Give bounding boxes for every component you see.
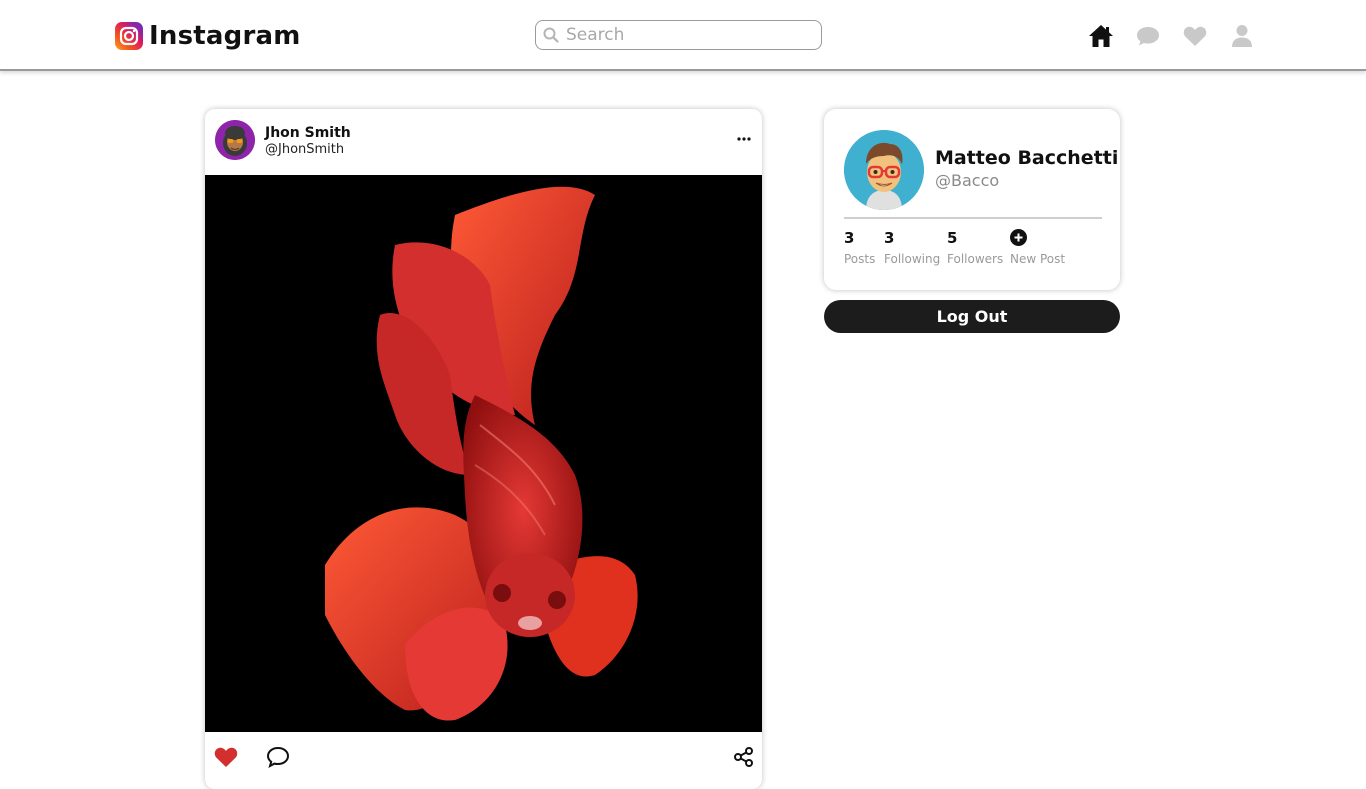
brand[interactable]: Instagram — [115, 20, 301, 52]
logout-button[interactable]: Log Out — [824, 300, 1120, 333]
followers-count: 5 — [947, 229, 958, 247]
more-options-icon[interactable] — [736, 131, 752, 147]
like-heart-icon[interactable] — [213, 744, 239, 770]
comment-icon[interactable] — [265, 744, 291, 770]
search-icon — [536, 21, 566, 49]
nav-icons — [1088, 22, 1255, 50]
profile-card: Matteo Bacchetti @Bacco 3 Posts 3 Follow… — [824, 109, 1120, 290]
stat-following[interactable]: 3 Following — [884, 227, 940, 266]
following-count: 3 — [884, 229, 895, 247]
profile-avatar[interactable] — [844, 130, 924, 210]
divider — [844, 217, 1102, 219]
following-label: Following — [884, 252, 941, 266]
instagram-logo-icon — [115, 22, 143, 50]
post-image[interactable] — [205, 175, 762, 732]
profile-icon[interactable] — [1229, 23, 1255, 49]
home-icon[interactable] — [1088, 23, 1114, 49]
followers-label: Followers — [947, 252, 1004, 266]
messages-icon[interactable] — [1135, 23, 1161, 49]
post-actions — [205, 732, 762, 788]
post-card: Jhon Smith @JhonSmith — [205, 109, 762, 789]
search-input[interactable] — [566, 25, 806, 45]
post-author-name[interactable]: Jhon Smith — [265, 124, 351, 142]
brand-name: Instagram — [149, 21, 301, 51]
stat-followers[interactable]: 5 Followers — [947, 227, 1003, 266]
post-author-handle: @JhonSmith — [265, 142, 345, 157]
profile-name: Matteo Bacchetti — [935, 147, 1119, 169]
post-author-avatar[interactable] — [215, 120, 255, 160]
post-author-info: Jhon Smith @JhonSmith — [265, 124, 351, 158]
stat-new-post[interactable]: New Post — [1010, 227, 1065, 266]
posts-label: Posts — [844, 252, 876, 266]
profile-handle: @Bacco — [935, 171, 1000, 190]
posts-count: 3 — [844, 229, 855, 247]
search-box[interactable] — [535, 20, 822, 50]
top-navigation-bar: Instagram — [0, 0, 1366, 71]
heart-icon[interactable] — [1182, 23, 1208, 49]
new-post-label: New Post — [1010, 252, 1066, 266]
stat-posts[interactable]: 3 Posts — [844, 227, 875, 266]
share-icon[interactable] — [731, 744, 757, 770]
post-header: Jhon Smith @JhonSmith — [205, 109, 762, 175]
add-post-icon[interactable] — [1010, 229, 1027, 246]
